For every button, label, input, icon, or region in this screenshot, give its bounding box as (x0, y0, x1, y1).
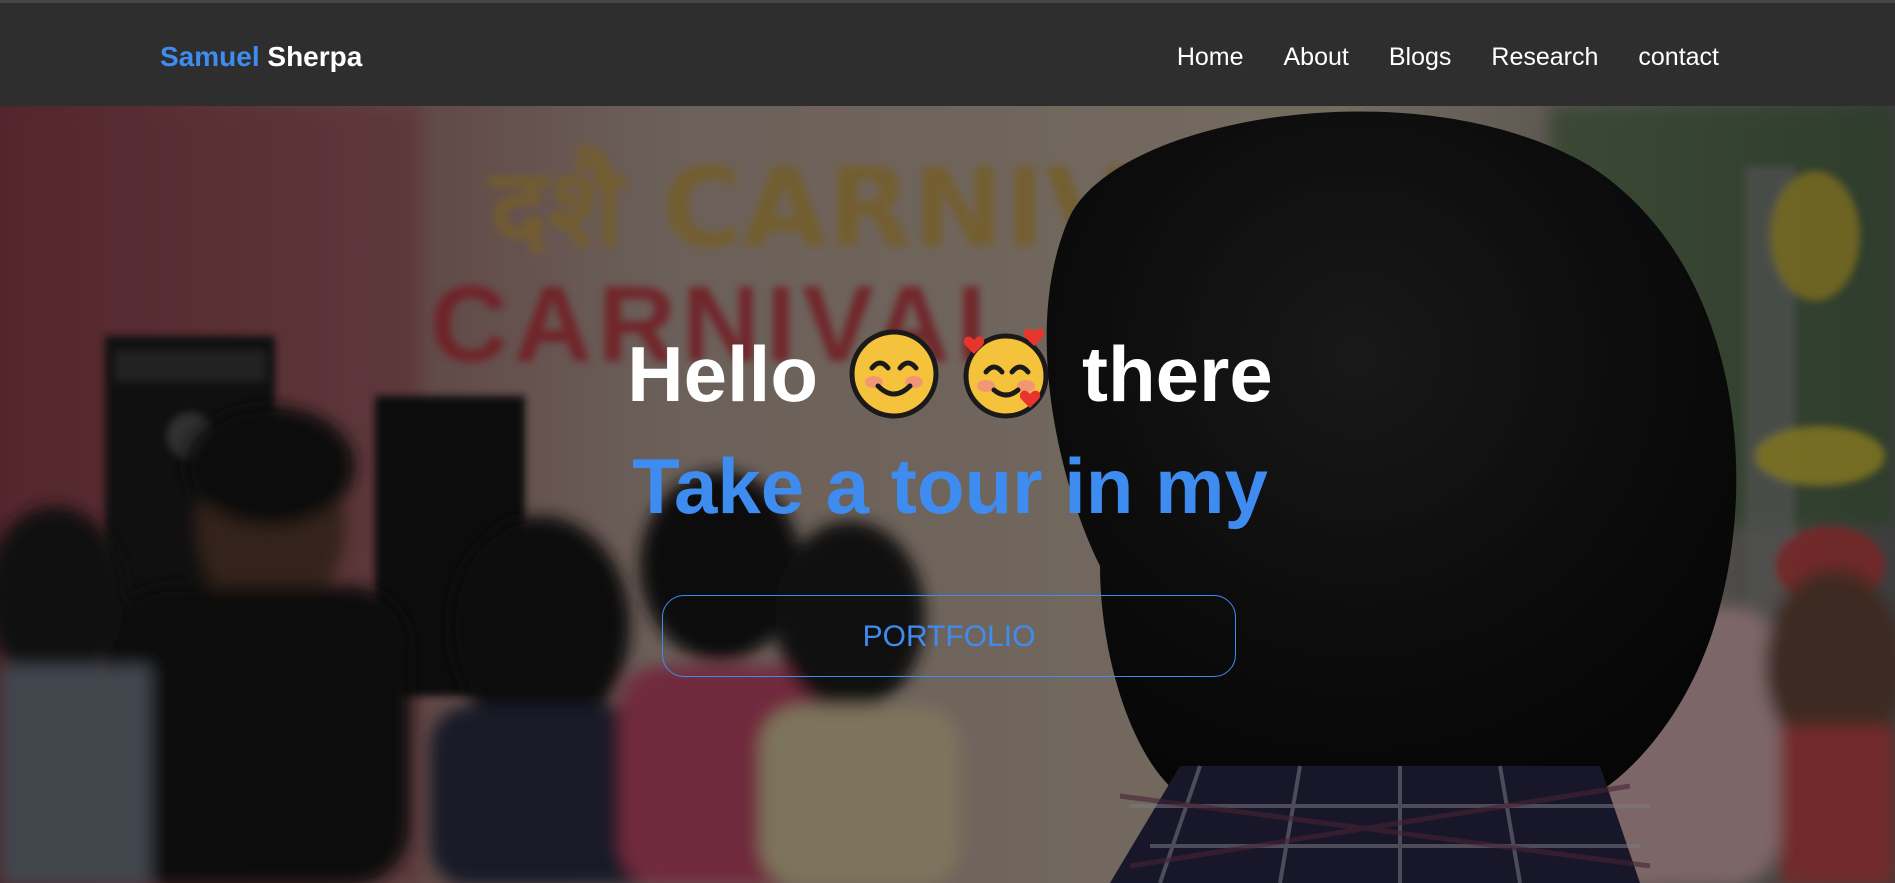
greeting-there: there (1081, 330, 1273, 418)
nav-link-home[interactable]: Home (1177, 41, 1244, 73)
hero-tagline: Take a tour in my (632, 442, 1268, 530)
nav-link-research[interactable]: Research (1491, 41, 1598, 73)
brand-logo[interactable]: Samuel Sherpa (160, 40, 362, 74)
brand-first-name: Samuel (160, 41, 260, 72)
hero-greeting: Hello there (620, 324, 1280, 424)
navbar: Samuel Sherpa Home About Blogs Research … (0, 3, 1895, 106)
nav-link-blogs[interactable]: Blogs (1389, 41, 1452, 73)
smiling-face-with-hearts-icon (960, 328, 1052, 420)
hero-section: दशै CARNIVAL CARNIVAL Hello there Take a… (0, 106, 1895, 883)
brand-last-name: Sherpa (267, 41, 363, 72)
smiling-face-icon (848, 328, 940, 420)
portfolio-button[interactable]: PORTFOLIO (662, 595, 1236, 677)
greeting-hello: Hello (627, 330, 818, 418)
nav-menu: Home About Blogs Research contact (1177, 41, 1719, 73)
nav-link-contact[interactable]: contact (1638, 41, 1719, 73)
nav-link-about[interactable]: About (1284, 41, 1349, 73)
